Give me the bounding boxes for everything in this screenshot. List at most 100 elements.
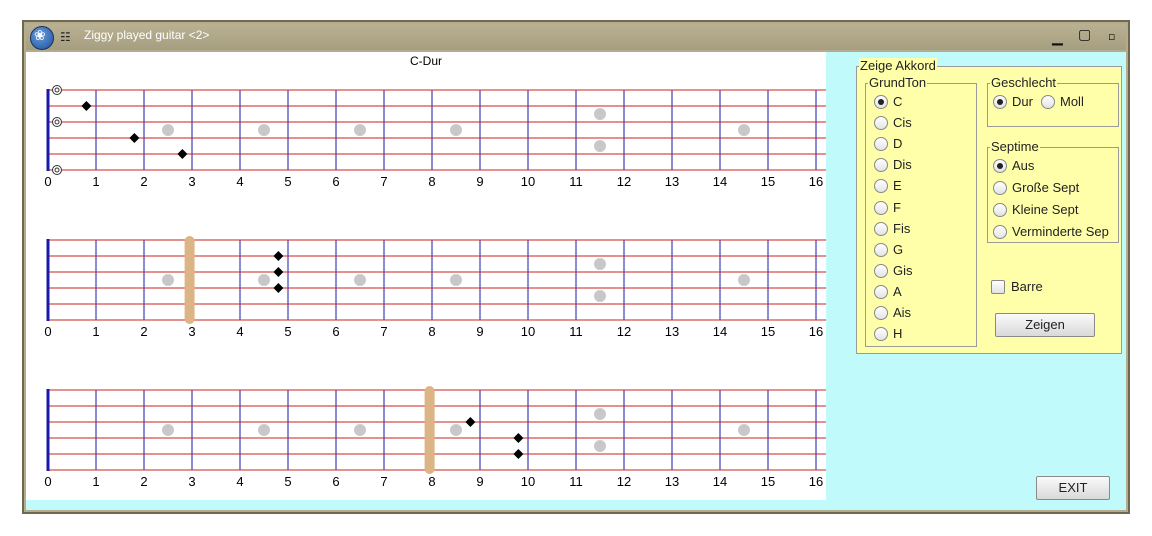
septime-radio-verminderte-sep[interactable]: Verminderte Sep [993, 224, 1109, 240]
fret-number-label: 13 [665, 324, 679, 339]
grundton-radio-button[interactable] [874, 263, 888, 278]
grundton-radio-button[interactable] [874, 158, 888, 173]
grundton-legend: GrundTon [868, 75, 928, 90]
fret-number-label: 13 [665, 174, 679, 189]
window-menu-icon[interactable]: ☷ [60, 31, 71, 43]
grundton-radio-dis[interactable]: Dis [874, 157, 912, 173]
grundton-radio-e[interactable]: E [874, 178, 902, 194]
fret-number-label: 1 [92, 474, 99, 489]
fret-number-label: 5 [284, 474, 291, 489]
septime-radio-button[interactable] [993, 159, 1007, 173]
fret-number-label: 11 [569, 174, 583, 189]
grundton-radio-a[interactable]: A [874, 284, 902, 300]
finger-note-diamond [129, 133, 140, 143]
fret-number-label: 0 [44, 174, 51, 189]
septime-radio-button[interactable] [993, 225, 1007, 239]
exit-button[interactable]: EXIT [1036, 476, 1110, 500]
maximize-icon[interactable]: ▢ [1078, 27, 1091, 43]
fret-number-label: 8 [428, 324, 435, 339]
grundton-radio-button[interactable] [874, 306, 888, 320]
barre-label: Barre [1011, 279, 1043, 294]
fret-marker-dot [162, 424, 174, 436]
fret-number-label: 16 [809, 324, 823, 339]
finger-note-diamond [513, 449, 524, 459]
title-bar[interactable]: ☷ Ziggy played guitar <2> ▁ ▢ ▫ [26, 24, 1126, 50]
fret-number-label: 6 [332, 324, 339, 339]
fret-number-label: 9 [476, 324, 483, 339]
septime-radio-label: Aus [1012, 158, 1035, 173]
grundton-radio-button[interactable] [874, 137, 888, 152]
fret-number-label: 7 [380, 474, 387, 489]
grundton-radio-label: H [893, 326, 903, 342]
fret-marker-dot [594, 408, 606, 420]
grundton-radio-g[interactable]: G [874, 242, 903, 258]
finger-note-diamond [177, 149, 188, 159]
close-icon[interactable]: ▫ [1108, 30, 1115, 43]
fret-number-label: 6 [332, 174, 339, 189]
fret-number-label: 11 [569, 474, 583, 489]
septime-radio-aus[interactable]: Aus [993, 158, 1034, 174]
fret-marker-dot [594, 290, 606, 302]
septime-radio-kleine-sept[interactable]: Kleine Sept [993, 202, 1079, 218]
fret-number-label: 7 [380, 174, 387, 189]
grundton-radio-button[interactable] [874, 116, 888, 131]
grundton-radio-fis[interactable]: Fis [874, 221, 910, 237]
grundton-radio-f[interactable]: F [874, 200, 901, 216]
main-content: C-Dur 0 1 2 3 4 5 6 7 8 9 10 11 12 13 14 15 16 0 1 2 3 4 5 6 7 8 9… [26, 52, 1126, 510]
fret-marker-dot [354, 124, 366, 136]
minimize-icon[interactable]: ▁ [1052, 30, 1063, 46]
grundton-radio-button[interactable] [874, 179, 888, 194]
panel-legend: Zeige Akkord [859, 58, 937, 73]
fret-number-label: 12 [617, 174, 631, 189]
fret-number-label: 16 [809, 174, 823, 189]
grundton-radio-button[interactable] [874, 95, 888, 109]
geschlecht-radio-moll[interactable]: Moll [1041, 94, 1084, 110]
finger-note-diamond [513, 433, 524, 443]
fret-number-label: 14 [713, 324, 727, 339]
fret-number-label: 10 [521, 324, 535, 339]
geschlecht-radio-button[interactable] [1041, 95, 1055, 109]
grundton-radio-button[interactable] [874, 284, 888, 299]
grundton-radio-h[interactable]: H [874, 326, 902, 342]
fret-marker-dot [450, 124, 462, 136]
barre-bar [424, 386, 435, 474]
fret-number-label: 4 [236, 474, 243, 489]
grundton-radio-label: G [893, 241, 904, 257]
paw-app-icon[interactable] [30, 26, 54, 50]
zeigen-button[interactable]: Zeigen [995, 313, 1095, 337]
grundton-radio-button[interactable] [874, 242, 888, 257]
geschlecht-radio-dur[interactable]: Dur [993, 94, 1033, 110]
fret-number-label: 3 [188, 174, 195, 189]
grundton-radio-cis[interactable]: Cis [874, 115, 912, 131]
grundton-radio-button[interactable] [874, 200, 888, 215]
fret-number-label: 10 [521, 474, 535, 489]
grundton-radio-label: F [893, 199, 901, 215]
finger-note-diamond [81, 101, 92, 111]
fret-number-label: 0 [44, 474, 51, 489]
geschlecht-group: Geschlecht Dur Moll [987, 75, 1119, 127]
fret-number-label: 8 [428, 474, 435, 489]
fret-marker-dot [258, 274, 270, 286]
geschlecht-radio-button[interactable] [993, 95, 1007, 109]
fret-marker-dot [162, 124, 174, 136]
fret-number-label: 3 [188, 324, 195, 339]
grundton-radio-gis[interactable]: Gis [874, 263, 913, 279]
fret-number-label: 8 [428, 174, 435, 189]
septime-radio-button[interactable] [993, 203, 1007, 217]
barre-checkbox[interactable]: Barre [991, 279, 1043, 295]
fret-marker-dot [354, 274, 366, 286]
grundton-radio-label: C [893, 94, 903, 109]
fret-number-label: 12 [617, 474, 631, 489]
grundton-radio-ais[interactable]: Ais [874, 305, 911, 321]
grundton-radio-label: Ais [893, 305, 912, 320]
septime-radio-button[interactable] [993, 181, 1007, 195]
fretboard-canvas[interactable]: C-Dur 0 1 2 3 4 5 6 7 8 9 10 11 12 13 14 15 16 0 1 2 3 4 5 6 7 8 9… [26, 52, 826, 500]
fret-number-label: 2 [140, 174, 147, 189]
fret-number-label: 14 [713, 174, 727, 189]
grundton-radio-d[interactable]: D [874, 136, 902, 152]
grundton-radio-button[interactable] [874, 327, 888, 342]
grundton-radio-c[interactable]: C [874, 94, 902, 110]
grundton-radio-button[interactable] [874, 221, 888, 236]
septime-radio-gro-e-sept[interactable]: Große Sept [993, 180, 1079, 196]
barre-check-box[interactable] [991, 280, 1005, 294]
